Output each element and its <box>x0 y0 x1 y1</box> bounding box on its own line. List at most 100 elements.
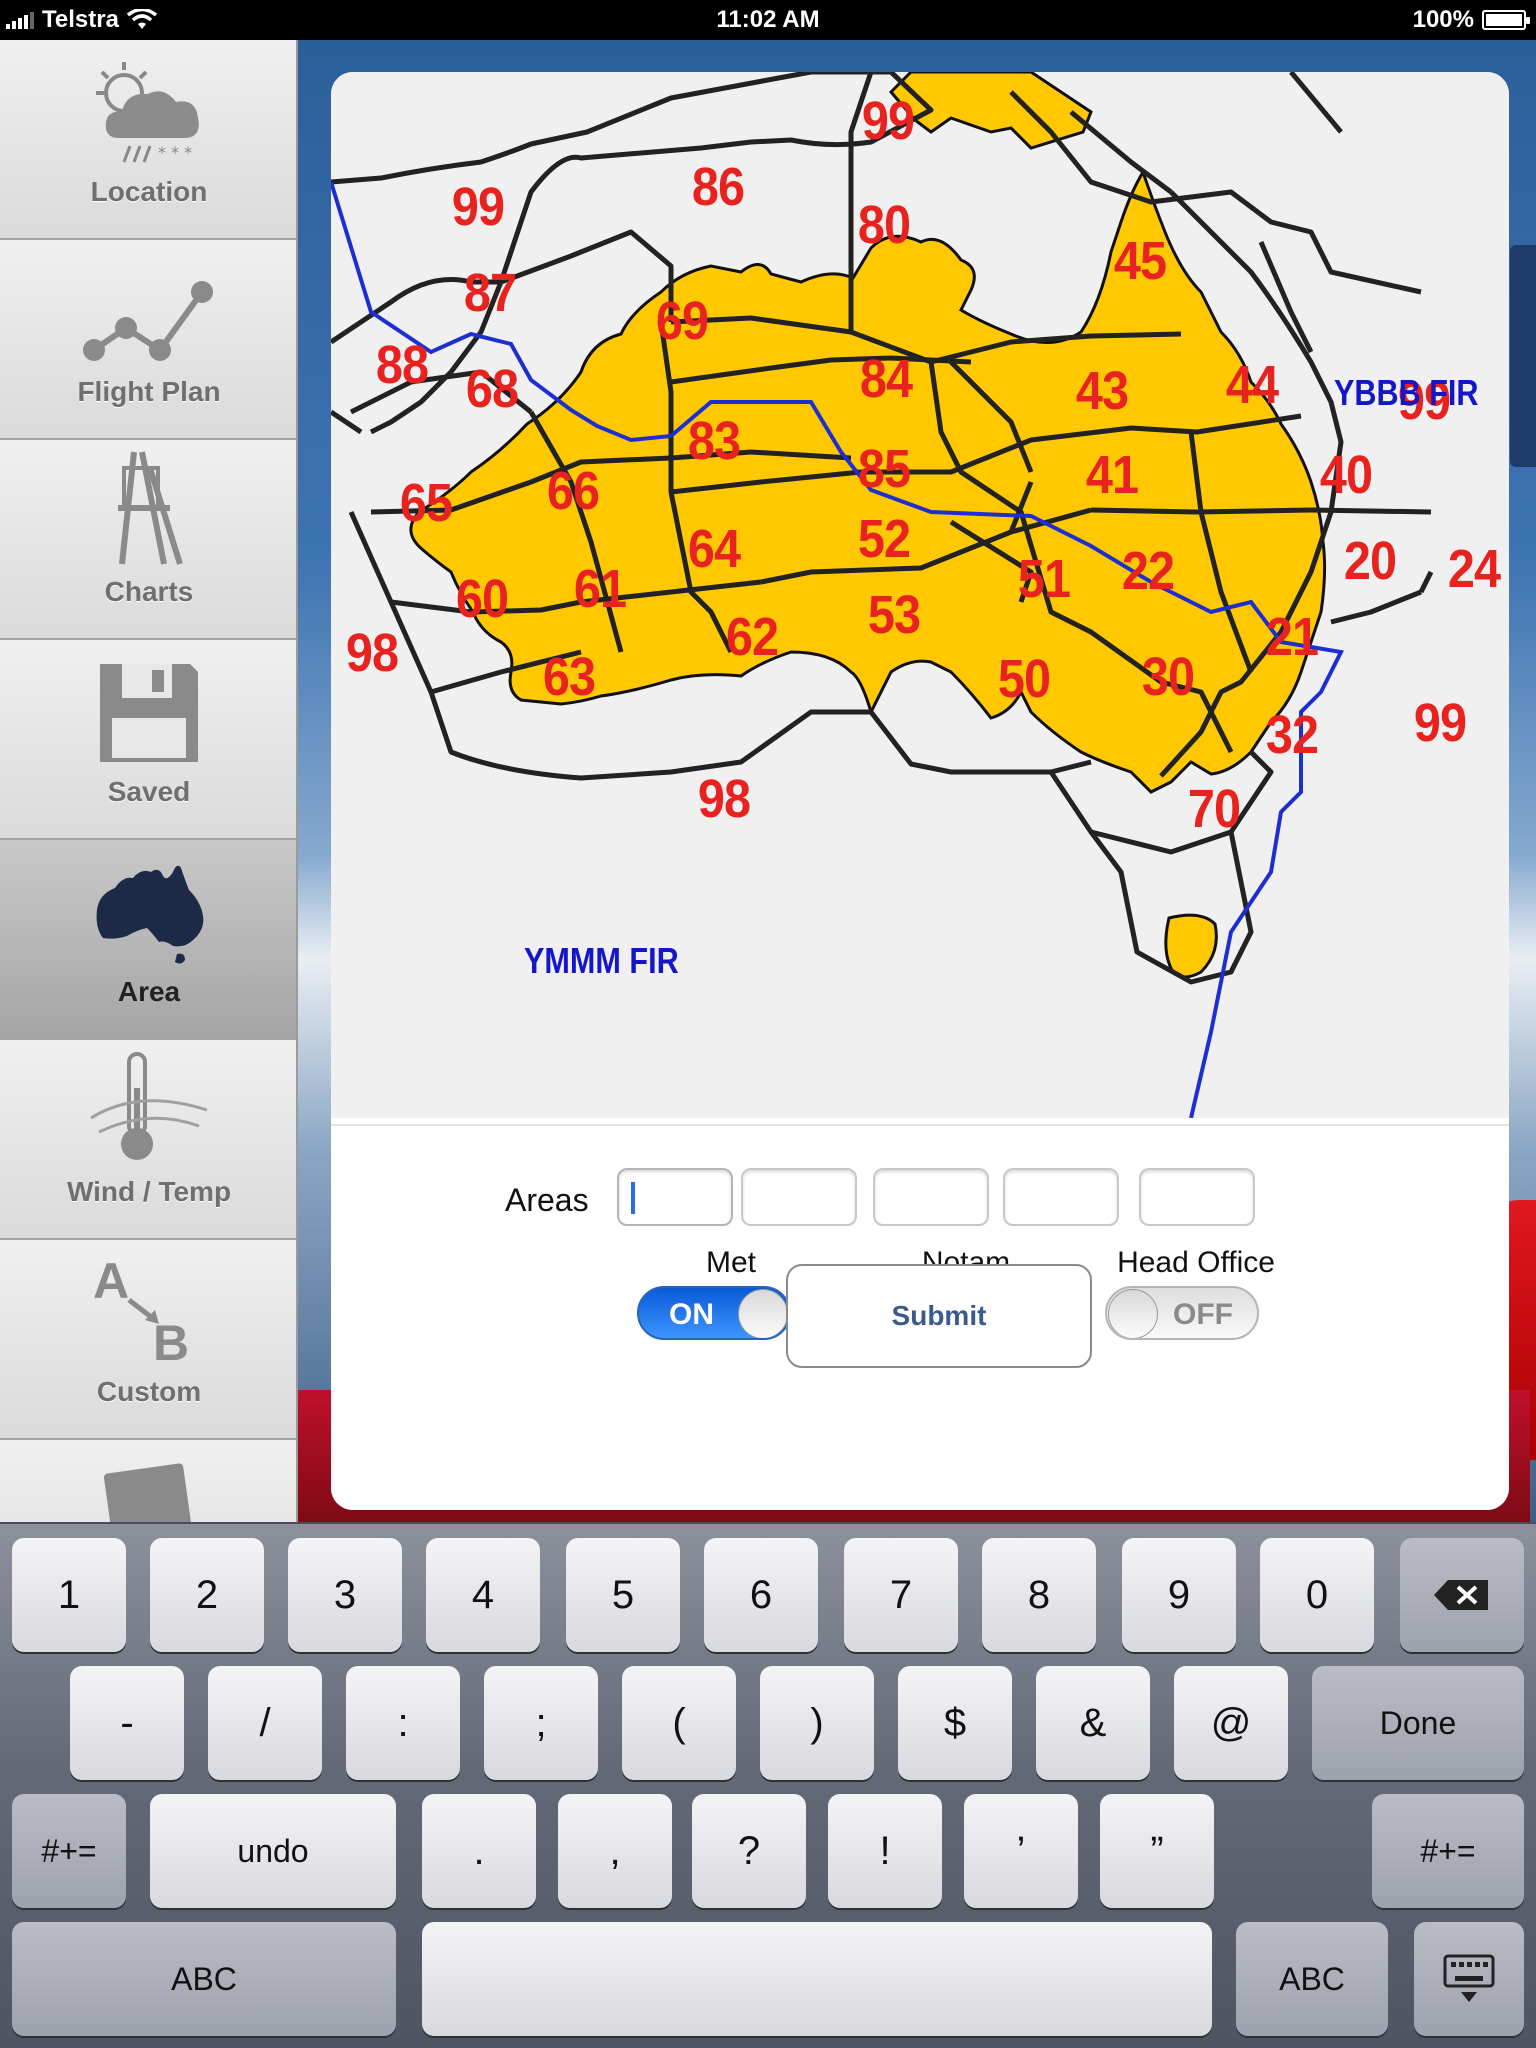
key-period[interactable]: . <box>422 1794 536 1908</box>
toggle-knob <box>738 1289 788 1338</box>
key-8[interactable]: 8 <box>982 1538 1096 1652</box>
key-3[interactable]: 3 <box>288 1538 402 1652</box>
key-apostrophe[interactable]: ’ <box>964 1794 1078 1908</box>
area-input-4[interactable] <box>1003 1168 1119 1226</box>
key-dollar[interactable]: $ <box>898 1666 1012 1780</box>
area-input-2[interactable] <box>741 1168 857 1226</box>
area-number[interactable]: 87 <box>464 262 517 324</box>
key-1[interactable]: 1 <box>12 1538 126 1652</box>
sidebar-item-label: Custom <box>96 1376 202 1407</box>
sidebar-item-area[interactable]: Area <box>0 840 296 1040</box>
area-number[interactable]: 99 <box>1414 692 1467 754</box>
sidebar-item-location[interactable]: * * * Location <box>0 40 296 240</box>
key-7[interactable]: 7 <box>844 1538 958 1652</box>
area-number[interactable]: 43 <box>1076 360 1129 422</box>
sidebar-item-wind-temp[interactable]: Wind / Temp <box>0 1040 296 1240</box>
key-comma[interactable]: , <box>558 1794 672 1908</box>
area-number[interactable]: 24 <box>1448 538 1501 600</box>
area-number[interactable]: 70 <box>1188 778 1241 840</box>
svg-text:A: A <box>93 1253 129 1309</box>
sidebar-item-flight-plan[interactable]: Flight Plan <box>0 240 296 440</box>
area-number[interactable]: 98 <box>698 768 751 830</box>
area-number[interactable]: 40 <box>1320 444 1373 506</box>
area-number[interactable]: 22 <box>1122 540 1175 602</box>
done-key[interactable]: Done <box>1312 1666 1524 1780</box>
toggle-label-head-office: Head Office <box>1117 1246 1275 1279</box>
area-number[interactable]: 53 <box>868 584 921 646</box>
key-colon[interactable]: : <box>346 1666 460 1780</box>
sidebar-item-saved[interactable]: Saved <box>0 640 296 840</box>
key-0[interactable]: 0 <box>1260 1538 1374 1652</box>
area-number[interactable]: 41 <box>1086 444 1139 506</box>
area-number[interactable]: 63 <box>543 646 596 708</box>
area-input-5[interactable] <box>1139 1168 1255 1226</box>
key-quote[interactable]: ” <box>1100 1794 1214 1908</box>
key-6[interactable]: 6 <box>704 1538 818 1652</box>
symbols-key-left[interactable]: #+= <box>12 1794 126 1908</box>
area-number[interactable]: 86 <box>692 156 745 218</box>
sidebar-item-notebook[interactable] <box>0 1440 296 1522</box>
key-exclaim[interactable]: ! <box>828 1794 942 1908</box>
abc-key-right[interactable]: ABC <box>1236 1922 1388 2036</box>
area-number[interactable]: 68 <box>466 358 519 420</box>
area-number[interactable]: 44 <box>1226 354 1279 416</box>
fir-label-ybbb: YBBB FIR <box>1334 372 1479 413</box>
area-form: Areas Met ON Notam ON Head Office OFF Su… <box>331 1124 1509 1510</box>
area-number[interactable]: 65 <box>400 472 453 534</box>
area-number[interactable]: 61 <box>574 558 627 620</box>
key-semicolon[interactable]: ; <box>484 1666 598 1780</box>
area-number[interactable]: 88 <box>376 334 429 396</box>
key-close-paren[interactable]: ) <box>760 1666 874 1780</box>
area-map[interactable]: 99 86 80 45 99 87 69 88 68 84 43 44 99 83 85 41 40 66 65 64… <box>331 72 1509 1118</box>
area-number[interactable]: 20 <box>1344 530 1397 592</box>
area-number[interactable]: 30 <box>1142 646 1195 708</box>
key-at[interactable]: @ <box>1174 1666 1288 1780</box>
area-number[interactable]: 98 <box>346 622 399 684</box>
sidebar-item-custom[interactable]: A B Custom <box>0 1240 296 1440</box>
area-number[interactable]: 51 <box>1018 548 1071 610</box>
area-number[interactable]: 64 <box>688 518 741 580</box>
delete-key[interactable] <box>1400 1538 1524 1652</box>
symbols-key-right[interactable]: #+= <box>1372 1794 1524 1908</box>
head-office-toggle[interactable]: OFF <box>1105 1286 1259 1340</box>
toggle-state: ON <box>669 1298 714 1331</box>
space-key[interactable] <box>422 1922 1212 2036</box>
key-hyphen[interactable]: - <box>70 1666 184 1780</box>
area-number[interactable]: 80 <box>858 194 911 256</box>
area-number[interactable]: 99 <box>862 90 915 152</box>
area-number[interactable]: 83 <box>688 410 741 472</box>
met-toggle[interactable]: ON <box>637 1286 791 1340</box>
text-caret <box>631 1182 635 1214</box>
area-input-3[interactable] <box>873 1168 989 1226</box>
key-4[interactable]: 4 <box>426 1538 540 1652</box>
key-2[interactable]: 2 <box>150 1538 264 1652</box>
key-ampersand[interactable]: & <box>1036 1666 1150 1780</box>
area-number[interactable]: 66 <box>547 460 600 522</box>
on-screen-keyboard: 1 2 3 4 5 6 7 8 9 0 - / : ; ( ) $ & @ Do… <box>0 1522 1536 2048</box>
area-number[interactable]: 99 <box>452 176 505 238</box>
area-number[interactable]: 52 <box>858 508 911 570</box>
area-number[interactable]: 32 <box>1266 704 1319 766</box>
sidebar-item-label: Flight Plan <box>77 376 221 407</box>
area-number[interactable]: 45 <box>1114 230 1167 292</box>
abc-key-left[interactable]: ABC <box>12 1922 396 2036</box>
area-number[interactable]: 62 <box>726 606 779 668</box>
sidebar-item-charts[interactable]: Charts <box>0 440 296 640</box>
area-number[interactable]: 60 <box>456 568 509 630</box>
key-5[interactable]: 5 <box>566 1538 680 1652</box>
key-open-paren[interactable]: ( <box>622 1666 736 1780</box>
sidebar-item-label: Location <box>90 176 208 207</box>
area-number[interactable]: 50 <box>998 648 1051 710</box>
hide-keyboard-key[interactable] <box>1414 1922 1524 2036</box>
undo-key[interactable]: undo <box>150 1794 396 1908</box>
fir-label-ymmm: YMMM FIR <box>524 940 679 981</box>
area-number[interactable]: 21 <box>1266 606 1319 668</box>
area-number[interactable]: 85 <box>858 438 911 500</box>
area-number[interactable]: 69 <box>656 290 709 352</box>
status-bar: Telstra 11:02 AM 100% <box>0 0 1536 40</box>
area-number[interactable]: 84 <box>860 348 913 410</box>
key-question[interactable]: ? <box>692 1794 806 1908</box>
key-slash[interactable]: / <box>208 1666 322 1780</box>
key-9[interactable]: 9 <box>1122 1538 1236 1652</box>
submit-button[interactable]: Submit <box>786 1264 1092 1368</box>
